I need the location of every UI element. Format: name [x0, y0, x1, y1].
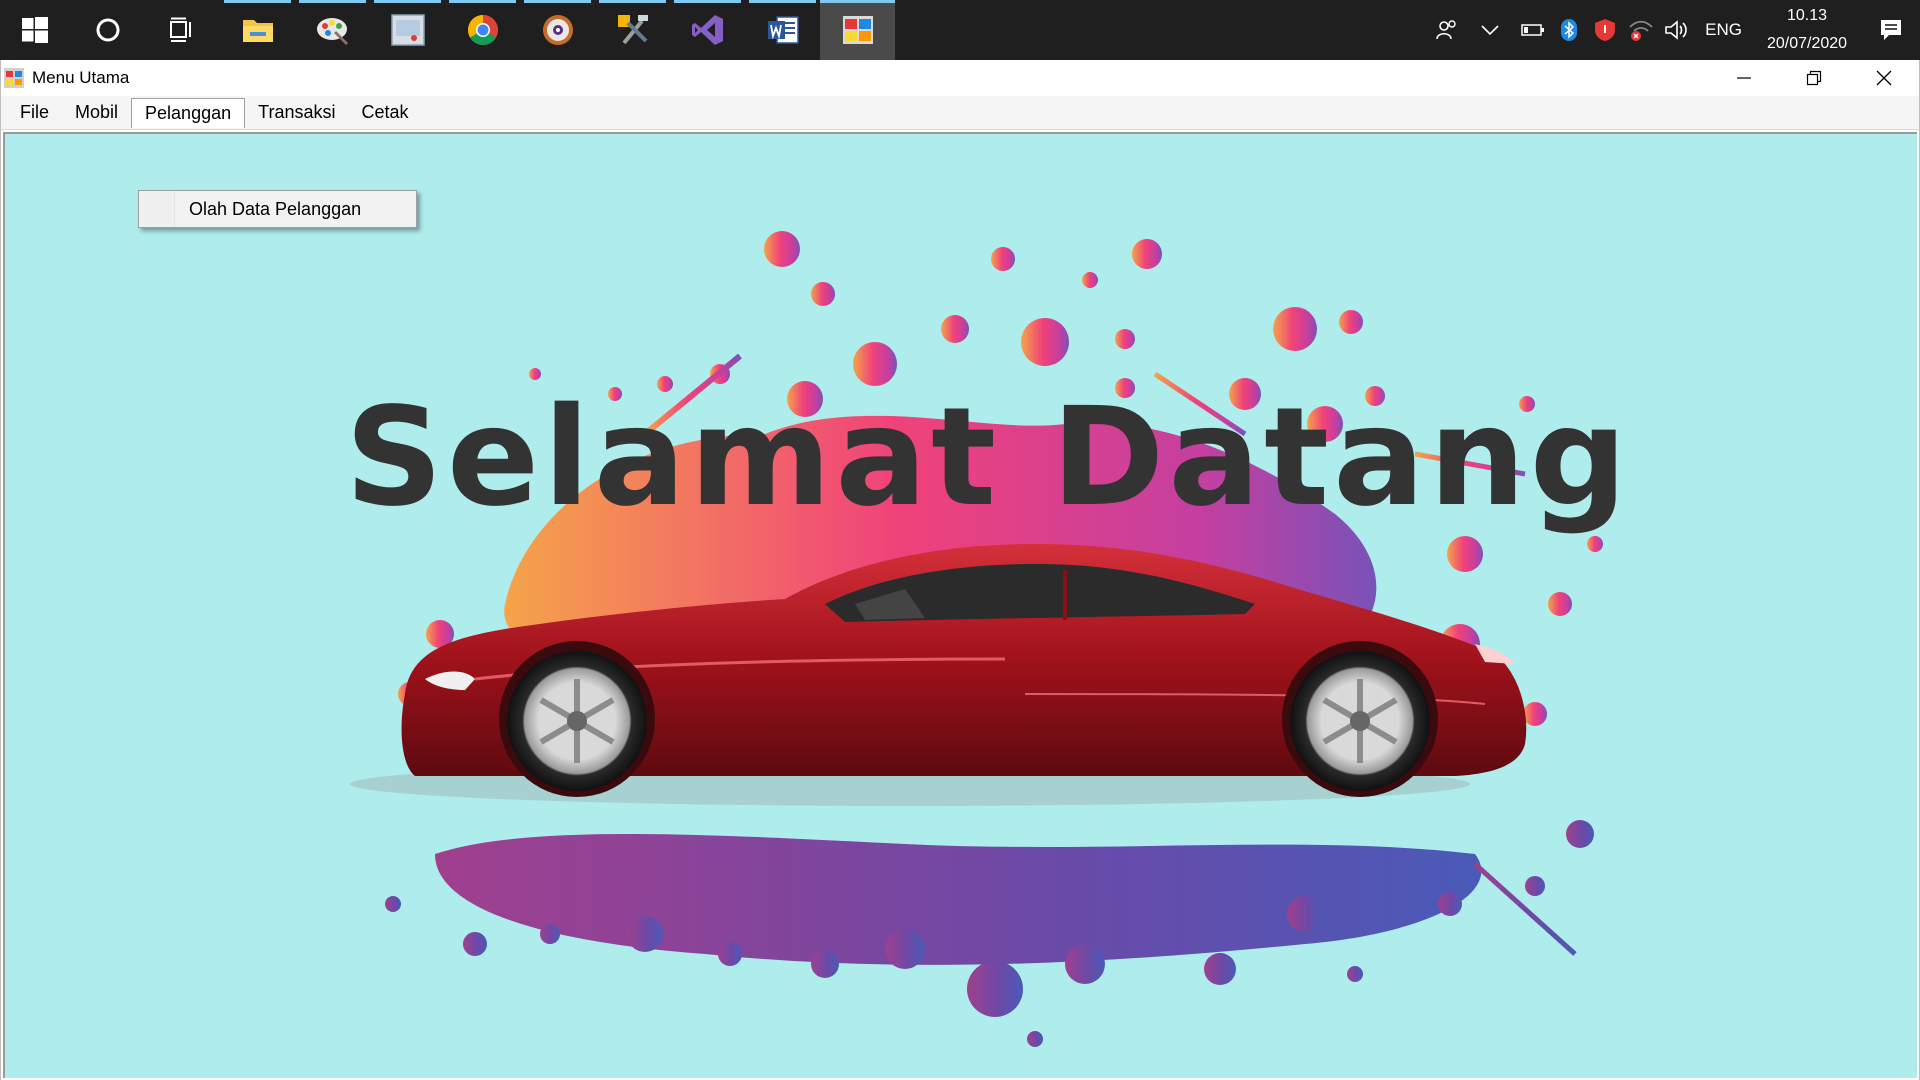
menu-cetak[interactable]: Cetak	[348, 98, 421, 128]
pelanggan-dropdown-menu: Olah Data Pelanggan	[138, 190, 417, 228]
menu-utama-app-icon	[842, 16, 873, 44]
clock-date: 20/07/2020	[1766, 35, 1848, 52]
notification-icon	[1881, 20, 1901, 40]
tools-icon	[617, 15, 648, 45]
menu-bar: File Mobil Pelanggan Transaksi Cetak	[1, 96, 1919, 130]
task-view-button[interactable]	[145, 0, 220, 60]
input-language-indicator[interactable]: ENG	[1695, 20, 1752, 40]
taskbar-app-visual-studio[interactable]	[670, 0, 745, 60]
title-bar[interactable]: Menu Utama	[1, 60, 1919, 96]
taskbar-app-media-player[interactable]	[520, 0, 595, 60]
restore-icon	[1806, 70, 1822, 86]
bluetooth-icon	[1561, 19, 1578, 41]
taskbar-app-word[interactable]	[745, 0, 820, 60]
cortana-button[interactable]	[70, 0, 145, 60]
security-button[interactable]	[1587, 0, 1623, 60]
taskbar-app-tools[interactable]	[595, 0, 670, 60]
chrome-icon	[467, 14, 498, 46]
start-button[interactable]	[0, 0, 70, 60]
taskbar-app-file-explorer[interactable]	[220, 0, 295, 60]
taskbar-app-paint[interactable]	[295, 0, 370, 60]
taskbar-app-remote-desktop[interactable]	[370, 0, 445, 60]
window-controls	[1709, 60, 1919, 96]
visual-studio-icon	[691, 15, 723, 45]
window-title: Menu Utama	[32, 68, 130, 87]
shield-icon	[1595, 19, 1616, 41]
speaker-icon	[1665, 20, 1687, 40]
restore-button[interactable]	[1779, 60, 1849, 96]
battery-icon	[1521, 24, 1545, 36]
network-button[interactable]	[1623, 0, 1659, 60]
paint-icon	[316, 18, 348, 45]
welcome-title: Selamat Datang	[345, 379, 1631, 537]
main-window: Menu Utama File Mobil Pelanggan Transaks…	[0, 60, 1920, 1080]
menu-file[interactable]: File	[7, 98, 62, 128]
menu-transaksi[interactable]: Transaksi	[245, 98, 348, 128]
remote-desktop-icon	[390, 14, 425, 46]
people-button[interactable]	[1429, 0, 1465, 60]
welcome-graphic: Selamat Datang	[345, 231, 1631, 1047]
taskbar-app-chrome[interactable]	[445, 0, 520, 60]
wifi-disconnected-icon	[1629, 20, 1653, 41]
menu-image-margin	[139, 191, 175, 227]
mdi-client-area: Selamat Datang	[3, 132, 1917, 1078]
media-player-icon	[542, 15, 573, 45]
close-icon	[1876, 70, 1892, 86]
minimize-button[interactable]	[1709, 60, 1779, 96]
bluetooth-button[interactable]	[1551, 0, 1587, 60]
menu-pelanggan[interactable]: Pelanggan	[131, 97, 246, 128]
clock-time: 10.13	[1786, 7, 1828, 24]
windows-logo-icon	[22, 17, 48, 43]
chevron-up-icon	[1481, 25, 1499, 36]
battery-button[interactable]	[1515, 0, 1551, 60]
clock[interactable]: 10.13 20/07/2020	[1752, 2, 1862, 58]
system-tray: ENG 10.13 20/07/2020	[1429, 0, 1920, 60]
word-icon	[767, 16, 799, 44]
action-center-button[interactable]	[1862, 0, 1920, 60]
app-icon	[4, 68, 24, 88]
cortana-circle-icon	[96, 18, 119, 42]
file-explorer-icon	[242, 20, 273, 42]
menu-mobil[interactable]: Mobil	[62, 98, 131, 128]
paint-splash-lower	[385, 820, 1605, 1047]
volume-button[interactable]	[1659, 0, 1695, 60]
taskbar-app-menu-utama[interactable]	[820, 0, 895, 60]
people-icon	[1436, 20, 1456, 40]
close-button[interactable]	[1849, 60, 1919, 96]
taskbar: ENG 10.13 20/07/2020	[0, 0, 1920, 60]
minimize-icon	[1737, 77, 1751, 79]
task-view-icon	[169, 17, 191, 42]
menu-item-olah-data-pelanggan[interactable]: Olah Data Pelanggan	[175, 199, 361, 220]
show-hidden-icons-button[interactable]	[1465, 0, 1515, 60]
